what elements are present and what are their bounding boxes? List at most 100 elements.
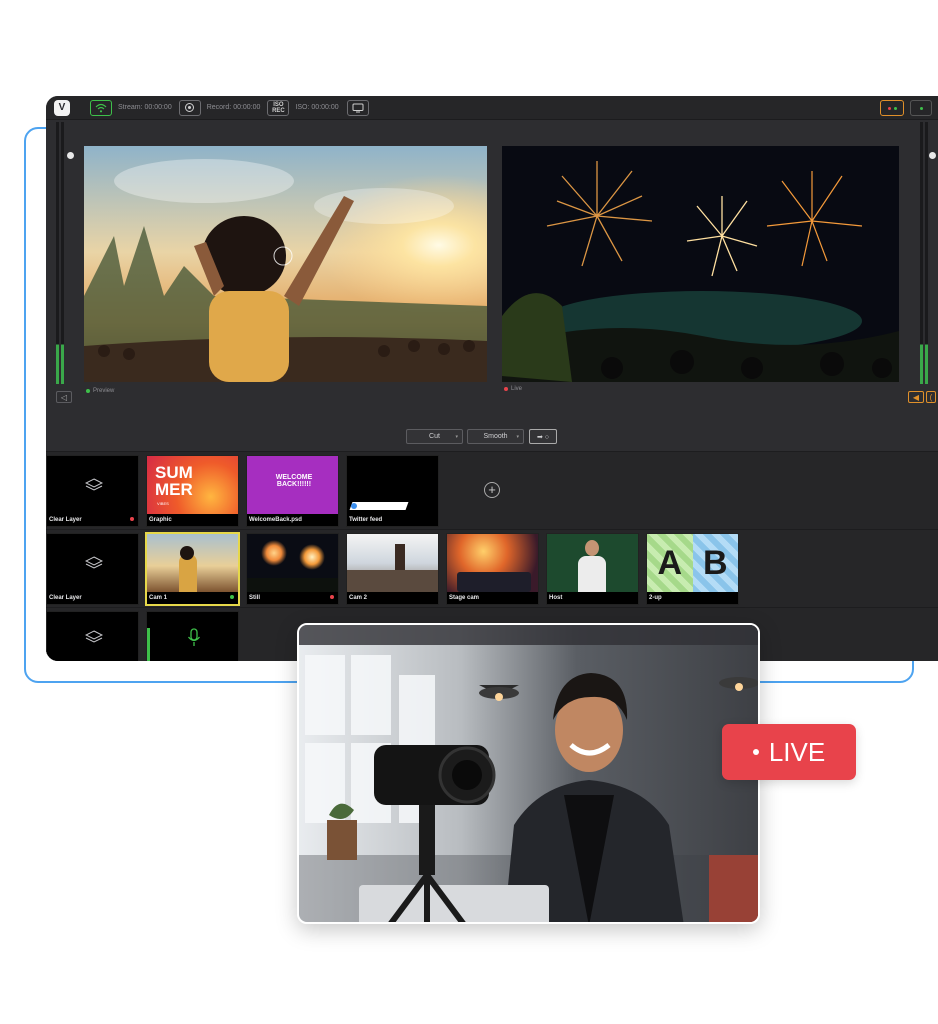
window-controls-toggle[interactable] [880,100,904,116]
volume-slider-knob[interactable] [929,152,936,159]
shot-microphone[interactable] [146,611,239,661]
layout-a: A [647,534,693,592]
shot-welcomeback[interactable]: WELCOME BACK!!!!!! WelcomeBack.psd [246,455,339,527]
program-audio-extra-button[interactable]: ( [926,391,936,403]
graphic-thumbnail: SUM MER VIBES [147,456,238,514]
shot-label: Cam 1 [149,595,168,601]
multiview-button[interactable] [346,99,369,116]
speaker-icon: ◁ [60,392,68,402]
toolbar: V Stream: 00:00:00 Record: 00:00:00 ISO R… [46,96,938,120]
switcher-app-window: V Stream: 00:00:00 Record: 00:00:00 ISO R… [46,96,938,661]
program-monitor[interactable] [502,146,899,382]
transition-speed-value: Smooth [483,433,508,440]
shot-stage-cam[interactable]: Stage cam [446,533,539,605]
shot-cam-2[interactable]: Cam 2 [346,533,439,605]
bullet-icon [752,749,759,755]
page: V Stream: 00:00:00 Record: 00:00:00 ISO R… [0,0,938,1024]
shot-label: Clear Layer [49,595,82,601]
preview-label-text: Preview [93,388,115,394]
shot-label: Clear Layer [49,517,82,523]
shot-cam-1[interactable]: Cam 1 [145,532,240,606]
firework-burst [299,544,325,570]
host-thumbnail [547,534,638,592]
shot-twitter-feed[interactable]: Twitter feed [346,455,439,527]
microphone-icon [187,628,201,646]
iso-rec-icon: ISO REC [272,102,285,114]
shot-clear-layer[interactable] [46,611,139,661]
plus-icon: + [488,482,496,497]
preview-monitor[interactable] [84,146,487,382]
stream-status: Stream: 00:00:00 [118,104,172,111]
shot-label: 2-up [649,595,662,601]
meter-bar-right [925,122,928,384]
layers-icon [85,478,103,491]
twitter-thumbnail [347,456,438,514]
green-dot-icon [919,106,923,110]
transition-speed-select[interactable]: Smooth ▾ [467,429,524,444]
monitor-icon [352,103,364,112]
stream-button[interactable] [90,99,112,116]
webcam-feed [297,623,760,924]
meter-bar-left [56,122,59,384]
shot-label: Cam 2 [349,595,368,601]
take-button[interactable]: ➡ ○ [529,429,557,444]
firework-burst [261,540,287,566]
shot-still[interactable]: Still [246,533,339,605]
live-dot-icon [330,595,334,599]
layers-icon [85,556,103,569]
volume-slider-knob[interactable] [67,152,74,159]
transition-type-value: Cut [429,433,440,440]
wifi-icon [95,103,107,112]
status-indicator[interactable] [910,100,932,116]
host-body [578,556,606,592]
live-indicator [504,387,508,391]
shot-graphic[interactable]: SUM MER VIBES Graphic [146,455,239,527]
program-image [502,146,899,382]
live-badge-text: LIVE [768,736,826,767]
dj-deck [457,572,531,592]
meter-bar-left [920,122,923,384]
preview-indicator [86,389,90,393]
record-label: Record: [206,104,232,111]
add-shot-button[interactable]: + [484,482,500,498]
iso-time: 00:00:00 [311,104,339,111]
shot-label: Still [249,595,261,601]
record-status: Record: 00:00:00 [207,104,261,111]
welcome-thumbnail: WELCOME BACK!!!!!! [247,456,338,514]
preview-label: Preview [86,388,114,394]
record-button[interactable] [178,99,201,116]
mic-level-bar [147,628,150,661]
shot-label: Twitter feed [349,517,383,523]
shot-2-up[interactable]: A B 2-up [646,533,739,605]
preview-image [84,146,487,382]
live-label-text: Live [511,386,523,392]
summer-small: VIBES [157,501,169,506]
crowd [347,570,438,592]
preview-dot-icon [230,595,234,599]
shot-clear-layer[interactable]: Clear Layer [46,533,139,605]
twitter-avatar-icon [351,503,357,509]
twitter-lower-third [349,502,409,510]
right-audio-meter[interactable] [920,122,936,384]
app-logo[interactable]: V [54,99,70,116]
transition-type-select[interactable]: Cut ▾ [406,429,463,444]
arrow-right-icon: ➡ ○ [536,433,550,441]
shot-label: Graphic [149,517,172,523]
live-dot-icon [130,517,134,521]
program-audio-button[interactable]: ◀ [908,391,924,403]
still-thumbnail [247,534,338,592]
cam2-thumbnail [347,534,438,592]
speaker-icon: ( [929,392,933,402]
left-audio-meter[interactable] [56,122,74,384]
layers-icon [85,630,103,643]
shot-clear-layer[interactable]: Clear Layer [46,455,139,527]
record-time: 00:00:00 [233,104,261,111]
shot-label: Stage cam [449,595,480,601]
iso-record-button[interactable]: ISO REC [267,99,290,116]
iso-status: ISO: 00:00:00 [295,104,338,111]
red-dot-icon [887,106,891,110]
shot-host[interactable]: Host [546,533,639,605]
preview-mute-button[interactable]: ◁ [56,391,72,403]
iso-badge-bottom: REC [272,107,285,114]
welcome-text: WELCOME BACK!!!!!! [275,474,313,488]
